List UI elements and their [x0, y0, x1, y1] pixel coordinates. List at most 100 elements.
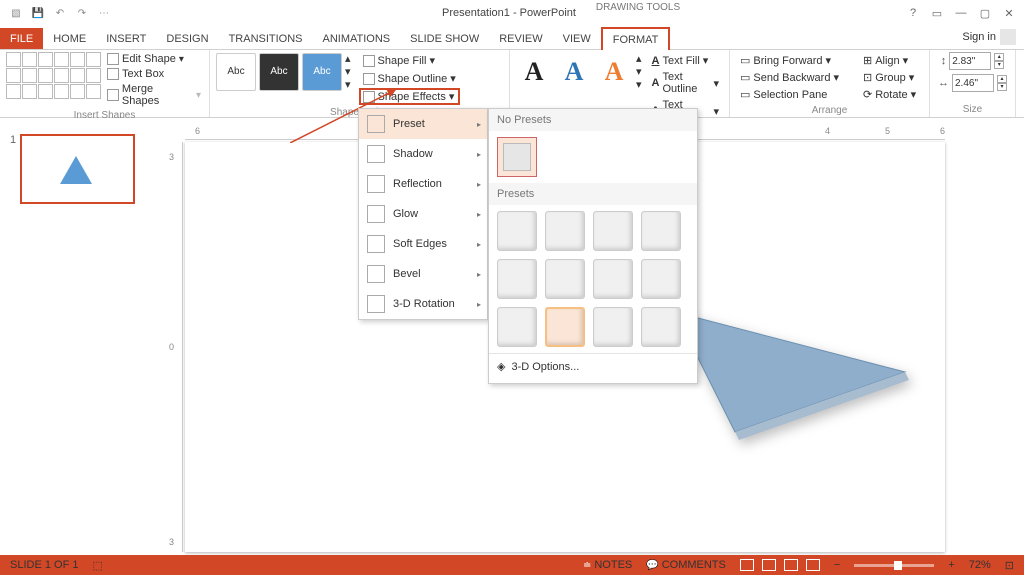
preset-7[interactable] — [593, 259, 633, 299]
maximize-icon[interactable]: ▢ — [978, 6, 992, 20]
title-bar: ▧ 💾 ↶ ↷ ⋯ Presentation1 - PowerPoint ? ▭… — [0, 0, 1024, 26]
redo-icon[interactable]: ↷ — [74, 5, 90, 21]
text-outline-button[interactable]: A Text Outline ▾ — [648, 69, 723, 97]
tab-slideshow[interactable]: SLIDE SHOW — [400, 28, 489, 49]
preset-3[interactable] — [593, 211, 633, 251]
height-icon: ↕ — [941, 55, 947, 67]
tab-bar: FILE HOME INSERT DESIGN TRANSITIONS ANIM… — [0, 26, 1024, 50]
group-wordart-styles: AAA ▴▾▾ A Text Fill ▾ A Text Outline ▾ A… — [510, 50, 730, 117]
qat-more-icon[interactable]: ⋯ — [96, 5, 112, 21]
thumbnail-preview — [20, 134, 135, 204]
slide-count: SLIDE 1 OF 1 — [10, 559, 78, 571]
menu-glow[interactable]: Glow▸ — [359, 199, 487, 229]
group-button[interactable]: ⊡ Group ▾ — [859, 69, 920, 86]
group-arrange: ▭ Bring Forward ▾ ▭ Send Backward ▾ ▭ Se… — [730, 50, 930, 117]
undo-icon[interactable]: ↶ — [52, 5, 68, 21]
context-tab-header: DRAWING TOOLS — [593, 2, 683, 13]
tab-animations[interactable]: ANIMATIONS — [313, 28, 401, 49]
menu-3d-rotation[interactable]: 3-D Rotation▸ — [359, 289, 487, 319]
gallery-up-icon[interactable]: ▴ — [345, 52, 351, 65]
preset-none[interactable] — [497, 137, 537, 177]
wa-more-icon[interactable]: ▾ — [636, 78, 642, 91]
zoom-slider[interactable] — [854, 564, 934, 567]
shape-style-gallery[interactable]: Abc Abc Abc ▴▾▾ — [216, 52, 351, 91]
ribbon-toggle-icon[interactable]: ▭ — [930, 6, 944, 20]
sorter-view-icon[interactable] — [762, 559, 776, 571]
tab-format[interactable]: FORMAT — [601, 27, 671, 50]
language-indicator[interactable]: ⬚ — [92, 559, 102, 572]
textbox-icon — [107, 68, 119, 80]
selection-pane-button[interactable]: ▭ Selection Pane — [736, 86, 843, 103]
close-icon[interactable]: ✕ — [1002, 6, 1016, 20]
preset-4[interactable] — [641, 211, 681, 251]
presets-header: Presets — [489, 183, 697, 205]
menu-shadow[interactable]: Shadow▸ — [359, 139, 487, 169]
preset-9[interactable] — [497, 307, 537, 347]
reading-view-icon[interactable] — [784, 559, 798, 571]
slide-panel[interactable]: 1 — [0, 126, 150, 555]
shape-outline-button[interactable]: Shape Outline ▾ — [359, 70, 460, 87]
ppt-icon: ▧ — [8, 5, 24, 21]
send-backward-button[interactable]: ▭ Send Backward ▾ — [736, 69, 843, 86]
signin[interactable]: Sign in — [954, 25, 1024, 49]
shape-fill-button[interactable]: Shape Fill ▾ — [359, 52, 460, 69]
zoom-in-icon[interactable]: + — [948, 559, 954, 571]
menu-bevel[interactable]: Bevel▸ — [359, 259, 487, 289]
style-preview-1[interactable]: Abc — [216, 53, 256, 91]
align-button[interactable]: ⊞ Align ▾ — [859, 52, 920, 69]
zoom-out-icon[interactable]: − — [834, 559, 840, 571]
shape-effects-menu: Preset▸ Shadow▸ Reflection▸ Glow▸ Soft E… — [358, 108, 488, 320]
merge-shapes-button[interactable]: Merge Shapes ▾ — [105, 82, 203, 108]
preset-5[interactable] — [497, 259, 537, 299]
tab-home[interactable]: HOME — [43, 28, 96, 49]
wordart-gallery[interactable]: AAA ▴▾▾ — [516, 52, 642, 91]
preset-2[interactable] — [545, 211, 585, 251]
text-fill-button[interactable]: A Text Fill ▾ — [648, 52, 723, 69]
ruler-vertical: 303 — [169, 142, 183, 552]
style-preview-2[interactable]: Abc — [259, 53, 299, 91]
tab-view[interactable]: VIEW — [553, 28, 601, 49]
tab-review[interactable]: REVIEW — [489, 28, 552, 49]
notes-button[interactable]: ≐ NOTES — [583, 559, 632, 571]
rotate-button[interactable]: ⟳ Rotate ▾ — [859, 86, 920, 103]
group-insert-shapes: Edit Shape ▾ Text Box Merge Shapes ▾ Ins… — [0, 50, 210, 117]
slideshow-view-icon[interactable] — [806, 559, 820, 571]
zoom-level[interactable]: 72% — [969, 559, 991, 571]
tab-transitions[interactable]: TRANSITIONS — [219, 28, 313, 49]
edit-shape-button[interactable]: Edit Shape ▾ — [105, 52, 203, 66]
preset-8[interactable] — [641, 259, 681, 299]
fit-window-icon[interactable]: ⊡ — [1005, 559, 1014, 572]
help-icon[interactable]: ? — [906, 6, 920, 20]
save-icon[interactable]: 💾 — [30, 5, 46, 21]
gallery-down-icon[interactable]: ▾ — [345, 65, 351, 78]
menu-reflection[interactable]: Reflection▸ — [359, 169, 487, 199]
preset-submenu: No Presets Presets ◈3-D Options... — [488, 108, 698, 384]
text-box-button[interactable]: Text Box — [105, 67, 203, 81]
normal-view-icon[interactable] — [740, 559, 754, 571]
bring-forward-button[interactable]: ▭ Bring Forward ▾ — [736, 52, 843, 69]
bucket-icon — [363, 55, 375, 67]
wa-down-icon[interactable]: ▾ — [636, 65, 642, 78]
3d-options-icon: ◈ — [497, 360, 505, 373]
preset-11[interactable] — [593, 307, 633, 347]
style-preview-3[interactable]: Abc — [302, 53, 342, 91]
slide-thumbnail-1[interactable]: 1 — [10, 134, 140, 204]
preset-1[interactable] — [497, 211, 537, 251]
wa-up-icon[interactable]: ▴ — [636, 52, 642, 65]
width-input[interactable]: ↔▴▾ — [938, 74, 1007, 92]
menu-preset[interactable]: Preset▸ — [359, 109, 487, 139]
tab-insert[interactable]: INSERT — [96, 28, 156, 49]
minimize-icon[interactable]: — — [954, 6, 968, 20]
preset-6[interactable] — [545, 259, 585, 299]
menu-soft-edges[interactable]: Soft Edges▸ — [359, 229, 487, 259]
height-input[interactable]: ↕▴▾ — [941, 52, 1005, 70]
tab-design[interactable]: DESIGN — [156, 28, 218, 49]
preset-12[interactable] — [641, 307, 681, 347]
tab-file[interactable]: FILE — [0, 28, 43, 49]
window-title: Presentation1 - PowerPoint — [112, 7, 906, 19]
3d-options-button[interactable]: ◈3-D Options... — [489, 353, 697, 379]
preset-10[interactable] — [545, 307, 585, 347]
comments-button[interactable]: 💬 COMMENTS — [646, 559, 726, 571]
triangle-shape[interactable] — [675, 292, 915, 445]
shape-gallery[interactable] — [6, 52, 101, 108]
